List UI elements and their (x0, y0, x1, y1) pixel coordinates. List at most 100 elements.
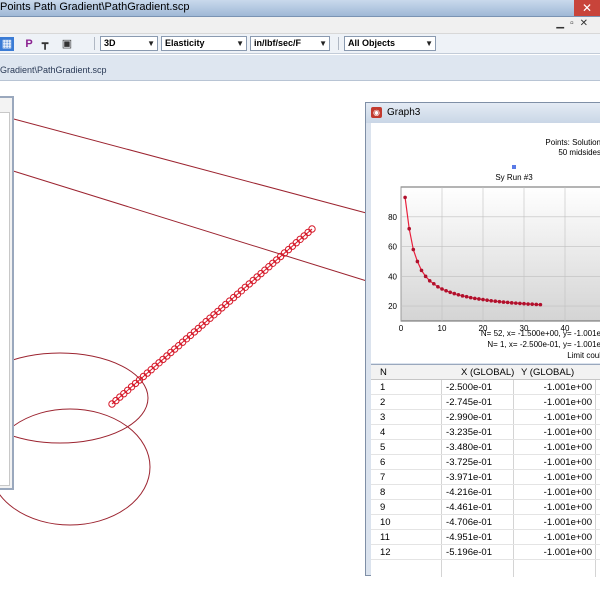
data-point (534, 302, 539, 307)
path-point[interactable] (139, 372, 148, 381)
path-point[interactable] (218, 304, 226, 312)
line-chart[interactable]: Points: Solution 50 midsides Sy Run #3 2… (371, 123, 600, 363)
document-tab[interactable]: Gradient\PathGradient.scp (0, 55, 600, 81)
path-point[interactable] (155, 359, 163, 367)
path-point[interactable] (296, 235, 304, 244)
path-point[interactable] (300, 232, 308, 240)
selection-select[interactable]: All Objects ▼ (344, 36, 436, 51)
p-icon[interactable]: P (24, 37, 34, 51)
y-global-value: -1.001e+00 (543, 382, 592, 393)
status-line2: N= 1, x= -2.500e-01, y= -1.001e (487, 340, 600, 349)
path-point[interactable] (206, 314, 214, 322)
path-point[interactable] (249, 276, 257, 285)
path-point[interactable] (186, 331, 195, 340)
units-value: in/lbf/sec/F (254, 38, 302, 48)
path-point[interactable] (120, 390, 128, 398)
data-point (530, 302, 534, 306)
app-window: Points Path Gradient\PathGradient.scp ✕ … (0, 0, 600, 600)
path-point[interactable] (108, 400, 116, 408)
table-row[interactable]: 7 -3.971e-01 -1.001e+00 (371, 470, 600, 485)
path-point[interactable] (163, 352, 171, 360)
path-point[interactable] (214, 307, 222, 316)
row-number: 8 (380, 487, 386, 498)
path-point[interactable] (159, 355, 167, 364)
path-point[interactable] (190, 328, 199, 336)
graph-window[interactable]: ◉ Graph3 Points: Solution 50 midsides Sy… (365, 102, 600, 577)
path-point[interactable] (178, 338, 187, 346)
path-point[interactable] (269, 259, 277, 267)
left-panel[interactable] (0, 96, 14, 490)
data-point (501, 300, 506, 304)
data-point (505, 300, 510, 305)
table-row[interactable]: 12 -5.196e-01 -1.001e+00 (371, 545, 600, 560)
close-icon[interactable]: ✕ (574, 0, 600, 16)
path-point[interactable] (276, 252, 285, 261)
path-point[interactable] (241, 283, 250, 291)
path-point[interactable] (147, 366, 155, 374)
path-point[interactable] (175, 342, 183, 350)
data-point (452, 291, 457, 296)
path-point[interactable] (288, 242, 297, 250)
path-point[interactable] (194, 324, 203, 333)
table-row[interactable]: 4 -3.235e-01 -1.001e+00 (371, 425, 600, 440)
path-point[interactable] (308, 225, 316, 233)
data-table[interactable]: N X (GLOBAL) Y (GLOBAL) 1 -2.500e-01 -1.00… (371, 364, 600, 577)
column-header-n[interactable]: N (380, 365, 387, 380)
path-point[interactable] (182, 335, 191, 343)
column-header-x[interactable]: X (GLOBAL) (461, 365, 514, 380)
path-point[interactable] (135, 376, 144, 384)
path-point[interactable] (124, 386, 132, 394)
pin-icon[interactable]: ┳ (38, 37, 52, 51)
path-point[interactable] (280, 249, 289, 257)
x-tick-label: 0 (399, 324, 404, 333)
path-point[interactable] (116, 393, 124, 401)
y-global-value: -1.001e+00 (543, 397, 592, 408)
path-point[interactable] (257, 269, 265, 278)
table-row[interactable]: 5 -3.480e-01 -1.001e+00 (371, 440, 600, 455)
table-row[interactable]: 10 -4.706e-01 -1.001e+00 (371, 515, 600, 530)
path-point[interactable] (261, 266, 269, 274)
path-point[interactable] (233, 290, 242, 298)
table-row[interactable]: 9 -4.461e-01 -1.001e+00 (371, 500, 600, 515)
path-point[interactable] (237, 287, 246, 295)
printer-icon[interactable]: ▣ (60, 37, 74, 51)
window-controls-icon[interactable]: ▁▫✕ (556, 18, 594, 29)
path-point[interactable] (210, 311, 218, 319)
path-point[interactable] (265, 263, 273, 271)
path-point[interactable] (273, 256, 281, 264)
color-icon[interactable]: ▦ (0, 37, 14, 51)
row-number: 10 (380, 517, 391, 528)
result-type-select[interactable]: Elasticity ▼ (161, 36, 247, 51)
path-point[interactable] (245, 280, 254, 288)
path-point[interactable] (292, 239, 300, 247)
path-point[interactable] (304, 228, 312, 237)
column-header-y[interactable]: Y (GLOBAL) (521, 365, 574, 380)
path-point[interactable] (127, 383, 136, 391)
table-row[interactable]: 2 -2.745e-01 -1.001e+00 (371, 395, 600, 410)
path-point[interactable] (131, 379, 140, 388)
path-point[interactable] (167, 348, 175, 357)
path-point[interactable] (151, 362, 159, 370)
path-point[interactable] (112, 396, 120, 405)
data-point (481, 297, 485, 302)
view-mode-select[interactable]: 3D ▼ (100, 36, 158, 51)
path-point[interactable] (253, 273, 261, 281)
path-point[interactable] (143, 369, 152, 377)
table-row[interactable]: 11 -4.951e-01 -1.001e+00 (371, 530, 600, 545)
path-point[interactable] (171, 345, 179, 353)
path-point[interactable] (202, 317, 210, 326)
table-row[interactable]: 8 -4.216e-01 -1.001e+00 (371, 485, 600, 500)
table-row[interactable]: 1 -2.500e-01 -1.001e+00 (371, 380, 600, 395)
graph-title-bar[interactable]: ◉ Graph3 (366, 103, 600, 123)
table-row[interactable]: 6 -3.725e-01 -1.001e+00 (371, 455, 600, 470)
units-select[interactable]: in/lbf/sec/F ▼ (250, 36, 330, 51)
path-point[interactable] (198, 321, 206, 329)
data-point (427, 279, 432, 283)
path-point[interactable] (229, 293, 238, 302)
row-number: 11 (380, 532, 390, 543)
path-point[interactable] (284, 245, 293, 254)
table-row[interactable]: 3 -2.990e-01 -1.001e+00 (371, 410, 600, 425)
path-point[interactable] (222, 300, 230, 309)
x-global-value: -4.461e-01 (446, 502, 492, 513)
path-point[interactable] (225, 297, 234, 305)
